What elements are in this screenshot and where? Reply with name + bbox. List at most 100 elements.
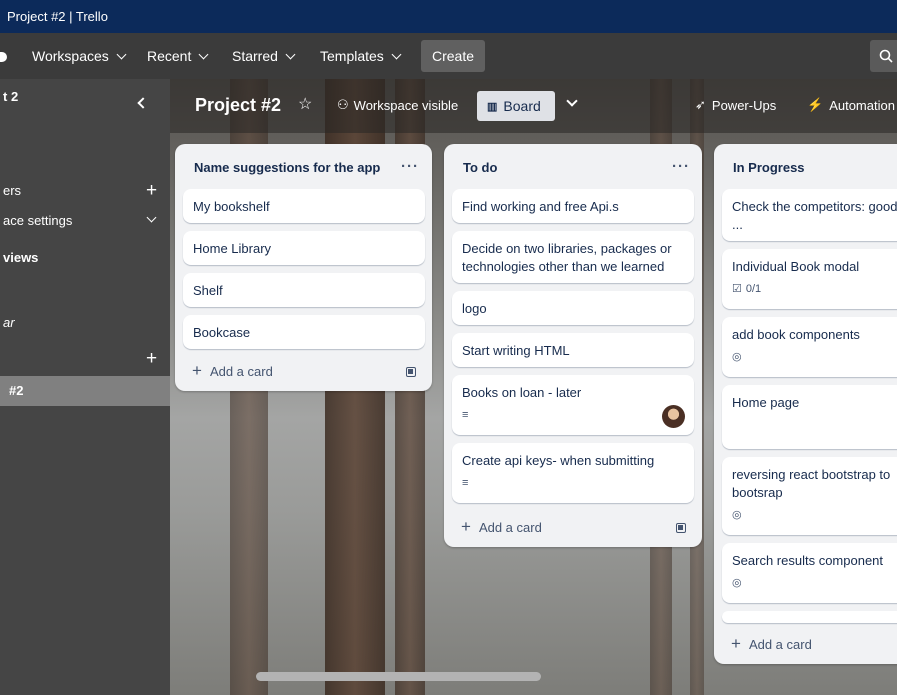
eye-icon: ◎: [732, 509, 742, 521]
card[interactable]: Search results component ◎: [722, 543, 897, 603]
list-title[interactable]: Name suggestions for the app: [194, 160, 380, 175]
card-title: logo: [462, 301, 487, 316]
board-view-label: Board: [503, 98, 541, 114]
sidebar-item-members[interactable]: ers +: [0, 181, 170, 205]
people-icon: ⚇: [337, 97, 349, 112]
card[interactable]: Decide on two libraries, packages or tec…: [452, 231, 694, 283]
avatar[interactable]: [662, 405, 685, 428]
sidebar-item-workspace-settings[interactable]: ace settings: [0, 212, 170, 235]
card-badges: ≡: [462, 406, 684, 424]
list-menu-icon[interactable]: ···: [401, 158, 419, 175]
sidebar-boards-header: +: [0, 349, 170, 373]
sidebar-item-label: ace settings: [3, 213, 73, 228]
sidebar-section-label: views: [3, 250, 39, 265]
chevron-down-icon: [116, 49, 127, 59]
card[interactable]: [722, 611, 897, 623]
checklist-count: 0/1: [745, 283, 762, 295]
board-header: Project #2 ☆ ⚇ Workspace visible ▥ Board…: [170, 79, 897, 133]
card[interactable]: logo: [452, 291, 694, 325]
add-card-button[interactable]: + Add a card: [192, 361, 273, 381]
workspace-sidebar: t 2 ers + ace settings views ar + #2: [0, 79, 170, 695]
card[interactable]: Bookcase: [183, 315, 425, 349]
card-title: Home page: [732, 395, 800, 410]
card-title: Check the competitors: good: [732, 199, 897, 214]
card[interactable]: add book components ◎: [722, 317, 897, 377]
top-navigation: Workspaces Recent Starred Templates Crea…: [0, 33, 897, 79]
checklist-icon: ☑: [732, 283, 742, 295]
card[interactable]: Books on loan - later ≡: [452, 375, 694, 435]
board-title[interactable]: Project #2: [195, 95, 281, 116]
card-title: Start writing HTML: [462, 343, 570, 358]
card[interactable]: My bookshelf: [183, 189, 425, 223]
list-title[interactable]: In Progress: [733, 160, 805, 175]
collapse-sidebar-icon[interactable]: [137, 97, 149, 109]
add-card-button[interactable]: + Add a card: [731, 634, 812, 654]
description-icon: ≡: [462, 409, 469, 421]
power-ups-button[interactable]: ➶ Power-Ups: [695, 97, 776, 113]
sidebar-item-label: ers: [3, 183, 22, 198]
list-title[interactable]: To do: [463, 160, 497, 175]
add-card-label: Add a card: [209, 363, 273, 379]
card[interactable]: Shelf: [183, 273, 425, 307]
recent-menu[interactable]: Recent: [147, 33, 209, 79]
automation-button[interactable]: ⚡ Automation: [807, 97, 895, 113]
card-badges: ☑ 0/1: [732, 280, 897, 298]
board-view-button[interactable]: ▥ Board: [477, 91, 555, 121]
card-ellipsis: ...: [732, 217, 743, 232]
card[interactable]: Check the competitors: good...: [722, 189, 897, 241]
templates-menu[interactable]: Templates: [320, 33, 402, 79]
plus-icon: +: [461, 517, 471, 536]
card[interactable]: Start writing HTML: [452, 333, 694, 367]
card[interactable]: reversing react bootstrap to bootsrap ◎: [722, 457, 897, 535]
eye-icon: ◎: [732, 577, 742, 589]
visibility-label: Workspace visible: [353, 97, 459, 113]
visibility-button[interactable]: ⚇ Workspace visible: [337, 97, 458, 113]
chevron-down-icon: [285, 49, 296, 59]
card-template-icon[interactable]: [676, 523, 686, 533]
create-button[interactable]: Create: [421, 40, 486, 72]
sidebar-item-views: views: [0, 250, 170, 272]
sidebar-item-active-board[interactable]: #2: [0, 376, 170, 406]
add-board-icon[interactable]: +: [146, 349, 157, 368]
workspaces-label: Workspaces: [32, 48, 109, 64]
list-name-suggestions: Name suggestions for the app ··· My book…: [175, 144, 432, 391]
card-title: Individual Book modal: [732, 259, 860, 274]
starred-menu[interactable]: Starred: [232, 33, 296, 79]
power-ups-label: Power-Ups: [711, 97, 777, 113]
card-badges: ◎: [732, 348, 897, 366]
card-title: Shelf: [193, 283, 223, 298]
recent-label: Recent: [147, 48, 192, 64]
add-card-button[interactable]: + Add a card: [461, 517, 542, 537]
board-canvas: Project #2 ☆ ⚇ Workspace visible ▥ Board…: [170, 79, 897, 695]
card-badges: ◎: [732, 574, 897, 592]
card-badges: ◎: [732, 506, 897, 524]
workspaces-menu[interactable]: Workspaces: [32, 33, 127, 79]
list-in-progress: In Progress Check the competitors: good.…: [714, 144, 897, 664]
chevron-down-icon[interactable]: [566, 95, 578, 107]
card[interactable]: Individual Book modal ☑ 0/1: [722, 249, 897, 309]
plus-icon: +: [731, 634, 741, 653]
card-title: Find working and free Api.s: [462, 199, 619, 214]
card-title: Home Library: [193, 241, 272, 256]
list-menu-icon[interactable]: ···: [672, 158, 690, 175]
create-label: Create: [432, 48, 475, 64]
search-icon: [879, 49, 893, 63]
chevron-down-icon: [198, 49, 209, 59]
card[interactable]: Home page: [722, 385, 897, 449]
search-button[interactable]: [870, 40, 897, 72]
app-switcher-icon[interactable]: [0, 52, 7, 62]
sidebar-item-calendar[interactable]: ar: [0, 315, 170, 337]
card[interactable]: Find working and free Api.s: [452, 189, 694, 223]
card[interactable]: Home Library: [183, 231, 425, 265]
star-icon[interactable]: ☆: [298, 94, 312, 114]
card[interactable]: Create api keys- when submitting ≡: [452, 443, 694, 503]
horizontal-scrollbar[interactable]: [256, 672, 541, 681]
add-member-icon[interactable]: +: [146, 181, 157, 200]
automation-label: Automation: [829, 97, 895, 113]
description-icon: ≡: [462, 477, 469, 489]
sidebar-item-label: #2: [9, 383, 24, 398]
card-title: add book components: [732, 327, 860, 342]
browser-title-bar: Project #2 | Trello: [0, 0, 897, 33]
list-to-do: To do ··· Find working and free Api.s De…: [444, 144, 702, 547]
card-template-icon[interactable]: [406, 367, 416, 377]
